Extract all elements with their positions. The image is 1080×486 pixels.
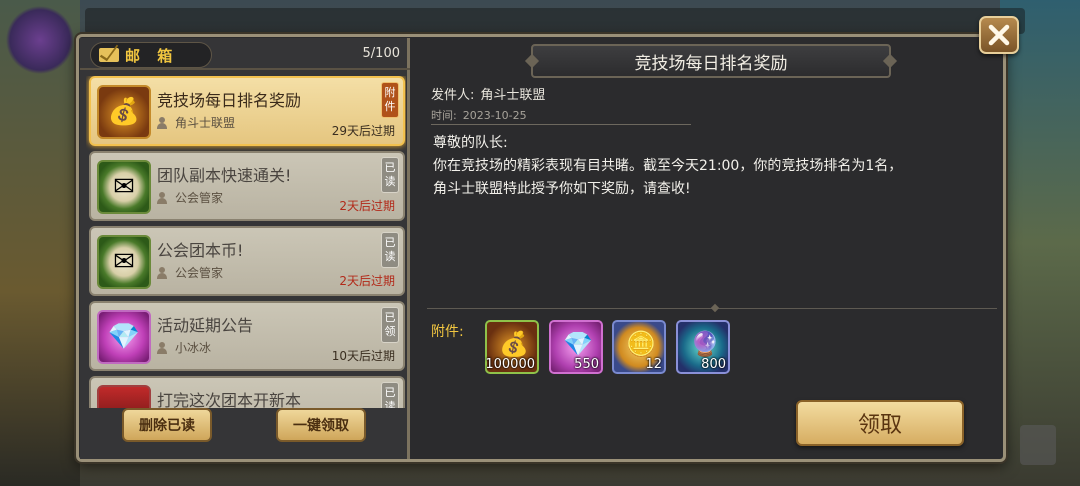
mail-item-event-delay[interactable]: 💎 活动延期公告 小冰冰 10天后过期 已领 — [89, 301, 405, 371]
mail-detail: 竞技场每日排名奖励 发件人: 角斗士联盟 时间: 2023-10-25 尊敬的队长:… — [413, 38, 1003, 459]
mail-item-sender-name: 小冰冰 — [175, 341, 212, 355]
reward-magic-orb[interactable]: 🔮 800 — [676, 320, 730, 374]
mail-body-greeting: 尊敬的队长: — [433, 135, 508, 151]
mailbox-title: 邮 箱 — [125, 46, 179, 65]
divider — [427, 308, 997, 309]
mail-item-arena-reward[interactable]: 💰 竞技场每日排名奖励 角斗士联盟 29天后过期 附件 — [89, 76, 405, 146]
reward-count: 12 — [645, 357, 662, 372]
mail-item-sender: 公会管家 — [157, 264, 223, 281]
claim-all-button[interactable]: 一键领取 — [276, 408, 366, 442]
mail-item-title: 公会团本币! — [157, 241, 244, 260]
diamond-icon: 💎 — [97, 310, 151, 364]
mail-item-expire: 2天后过期 — [339, 274, 395, 288]
envelope-wreath-icon: ✉ — [97, 160, 151, 214]
envelope-icon — [99, 48, 119, 62]
divider — [431, 124, 691, 125]
reward-gold-coins[interactable]: 💰 100000 — [485, 320, 539, 374]
diamond-icon: 💎 — [563, 330, 593, 358]
gold-coins-icon: 💰 — [499, 330, 529, 358]
mail-item-guild-coin[interactable]: ✉ 公会团本币! 公会管家 2天后过期 已读 — [89, 226, 405, 296]
mail-list[interactable]: 💰 竞技场每日排名奖励 角斗士联盟 29天后过期 附件 ✉ 团队副本快速通关! … — [86, 76, 406, 408]
date-line: 时间: 2023-10-25 — [431, 107, 527, 123]
magic-orb-icon: 🔮 — [690, 330, 720, 358]
attachment-badge: 附件 — [381, 82, 399, 118]
date-label: 时间: — [431, 109, 457, 122]
read-badge: 已读 — [381, 382, 399, 408]
notice-icon — [97, 385, 151, 408]
mailbox-tab: 邮 箱 — [90, 42, 212, 68]
mail-item-title: 活动延期公告 — [157, 316, 254, 335]
mail-item-expire: 10天后过期 — [331, 349, 395, 363]
mail-item-title: 竞技场每日排名奖励 — [157, 91, 302, 110]
mail-body: 尊敬的队长: 你在竞技场的精彩表现有目共睹。截至今天21:00，你的竞技场排名为… — [433, 132, 988, 201]
person-icon — [157, 341, 167, 354]
claimed-badge: 已领 — [381, 307, 399, 343]
mail-item-sender-name: 公会管家 — [175, 266, 224, 280]
read-badge: 已读 — [381, 232, 399, 268]
mail-detail-title: 竞技场每日排名奖励 — [531, 44, 891, 78]
reward-diamond[interactable]: 💎 550 — [549, 320, 603, 374]
mail-list-column: 邮 箱 5/100 💰 竞技场每日排名奖励 角斗士联盟 29天后过期 附件 ✉ … — [80, 38, 410, 459]
claim-button[interactable]: 领取 — [796, 400, 964, 446]
mail-item-title: 团队副本快速通关! — [157, 166, 292, 185]
reward-count: 100000 — [485, 357, 535, 372]
mail-date: 2023-10-25 — [462, 109, 527, 122]
envelope-wreath-icon: ✉ — [97, 235, 151, 289]
gold-coins-icon: 💰 — [97, 85, 151, 139]
mailbox-header: 邮 箱 5/100 — [80, 38, 410, 70]
side-expand-arrow[interactable] — [1020, 425, 1056, 465]
mail-item-raid-clear[interactable]: ✉ 团队副本快速通关! 公会管家 2天后过期 已读 — [89, 151, 405, 221]
sender-label: 发件人: — [431, 88, 475, 103]
mail-item-new-raid[interactable]: 打完这次团本开新本 已读 — [89, 376, 405, 408]
mail-count: 5/100 — [362, 46, 400, 61]
mail-body-line: 你在竞技场的精彩表现有目共睹。截至今天21:00，你的竞技场排名为1名， — [433, 158, 903, 174]
person-icon — [157, 266, 167, 279]
mail-body-line: 角斗士联盟特此授予你如下奖励，请查收! — [433, 181, 691, 197]
mail-item-sender: 角斗士联盟 — [157, 114, 235, 131]
reward-count: 800 — [701, 357, 726, 372]
person-icon — [157, 116, 167, 129]
reward-count: 550 — [574, 357, 599, 372]
mail-item-sender: 小冰冰 — [157, 339, 211, 356]
game-background-right — [1000, 0, 1080, 486]
arena-coin-icon: 🪙 — [626, 330, 656, 358]
mail-item-expire: 29天后过期 — [331, 124, 395, 138]
person-icon — [157, 191, 167, 204]
game-hud-strip — [85, 8, 1025, 34]
mail-item-expire: 2天后过期 — [339, 199, 395, 213]
attachments-label: 附件: — [431, 324, 464, 340]
mail-item-sender-name: 角斗士联盟 — [175, 116, 236, 130]
reward-arena-coin[interactable]: 🪙 12 — [612, 320, 666, 374]
mail-item-title: 打完这次团本开新本 — [157, 391, 302, 408]
sender-line: 发件人: 角斗士联盟 — [431, 84, 545, 103]
delete-read-button[interactable]: 删除已读 — [122, 408, 212, 442]
mail-item-sender: 公会管家 — [157, 189, 223, 206]
game-background-left — [0, 0, 80, 486]
mail-item-sender-name: 公会管家 — [175, 191, 224, 205]
sender-name: 角斗士联盟 — [480, 88, 546, 103]
read-badge: 已读 — [381, 157, 399, 193]
